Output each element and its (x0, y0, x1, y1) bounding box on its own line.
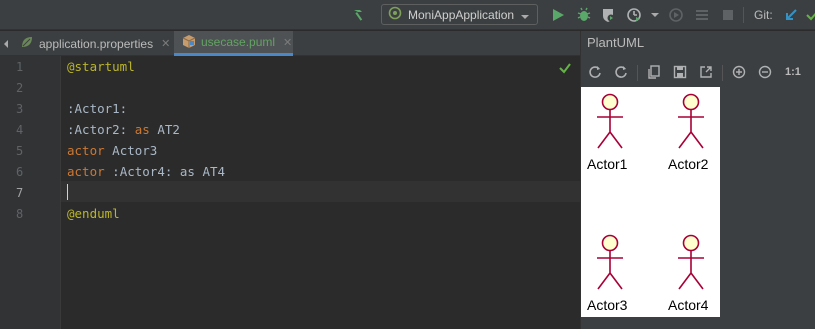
close-icon[interactable]: ✕ (283, 36, 292, 49)
debug-icon[interactable] (574, 5, 594, 25)
code-token: @startuml (67, 59, 135, 74)
profile-icon[interactable] (624, 5, 644, 25)
code-line-3[interactable]: :Actor1: (67, 101, 127, 116)
line-number-current: 7 (16, 186, 24, 200)
text-caret (67, 184, 68, 200)
code-line-1[interactable]: @startuml (67, 59, 135, 74)
git-commit-icon[interactable] (802, 5, 815, 25)
code-token: as (134, 122, 150, 137)
external-open-icon[interactable] (696, 62, 716, 82)
toolbar-separator (743, 7, 744, 23)
build-icon[interactable] (692, 5, 712, 25)
coverage-icon[interactable] (598, 5, 618, 25)
actor-figure-actor4 (673, 233, 709, 298)
git-label: Git: (754, 8, 773, 22)
run-icon[interactable] (548, 5, 568, 25)
refresh-icon[interactable] (585, 62, 605, 82)
code-token: @enduml (67, 206, 120, 221)
actor-label: Actor4 (668, 297, 709, 313)
toolbar-separator (637, 65, 638, 81)
run-config-select[interactable]: MoniAppApplication (381, 4, 538, 25)
code-token: Actor3 (104, 143, 158, 158)
actor-label: Actor3 (587, 297, 628, 313)
line-number: 6 (16, 165, 24, 179)
current-line-highlight (61, 181, 580, 202)
save-icon[interactable] (670, 62, 690, 82)
editor-tab-bar: application.properties ✕ usecase.puml ✕ (0, 31, 580, 56)
code-line-5[interactable]: actor Actor3 (67, 143, 157, 158)
line-number: 2 (16, 81, 24, 95)
spring-leaf-icon (20, 35, 34, 52)
tab-label: application.properties (39, 36, 154, 51)
line-number: 1 (16, 60, 24, 74)
code-line-6[interactable]: actor :Actor4: as AT4 (67, 164, 225, 179)
chevron-down-icon (521, 10, 529, 24)
code-token: :Actor4: as AT4 (104, 164, 226, 179)
panel-title: PlantUML (587, 35, 645, 50)
main-toolbar: MoniAppApplication Git: (0, 0, 815, 30)
code-line-8[interactable]: @enduml (67, 206, 120, 221)
code-token: AT2 (149, 122, 180, 137)
code-token: :Actor1: (67, 101, 128, 116)
stop-icon[interactable] (718, 5, 738, 25)
git-update-icon[interactable] (781, 5, 801, 25)
tab-usecase-puml[interactable]: usecase.puml ✕ (174, 31, 293, 56)
zoom-actual-size-button[interactable]: 1:1 (785, 66, 801, 78)
code-token: actor (67, 164, 105, 179)
chevron-left-icon (2, 37, 10, 51)
line-number: 5 (16, 144, 24, 158)
zoom-out-icon[interactable] (755, 62, 775, 82)
code-token: actor (67, 143, 105, 158)
copy-icon[interactable] (644, 62, 664, 82)
chevron-down-icon[interactable] (645, 5, 665, 25)
actor-figure-actor2 (673, 92, 709, 157)
actor-figure-actor3 (592, 233, 628, 298)
tab-application-properties[interactable]: application.properties ✕ (20, 31, 174, 56)
checkmark-icon (558, 61, 572, 78)
actor-figure-actor1 (592, 92, 628, 157)
code-token: :Actor2: (67, 122, 135, 137)
code-line-4[interactable]: :Actor2: as AT2 (67, 122, 180, 137)
line-number: 8 (16, 207, 24, 221)
line-number: 4 (16, 123, 24, 137)
hammer-icon[interactable] (349, 5, 369, 25)
actor-label: Actor1 (587, 156, 628, 172)
puml-file-icon (182, 34, 196, 51)
run-config-label: MoniAppApplication (408, 7, 515, 22)
line-number-gutter (0, 56, 61, 329)
zoom-in-icon[interactable] (729, 62, 749, 82)
toolbar-separator (722, 65, 723, 81)
attach-icon[interactable] (666, 5, 686, 25)
tab-label: usecase.puml (201, 35, 276, 49)
tab-overflow[interactable] (0, 31, 20, 56)
line-number: 3 (16, 102, 24, 116)
actor-label: Actor2 (668, 156, 709, 172)
run-config-icon (388, 6, 402, 23)
reload-icon[interactable] (611, 62, 631, 82)
close-icon[interactable]: ✕ (161, 37, 170, 50)
